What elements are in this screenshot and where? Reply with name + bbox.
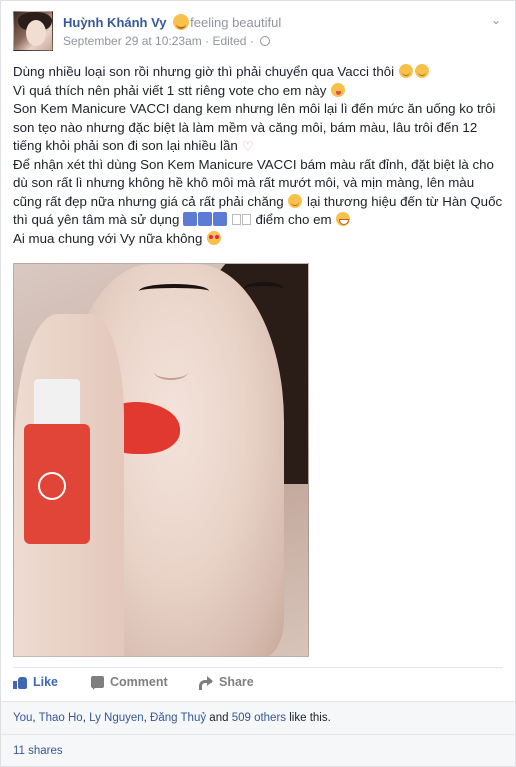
like-button[interactable]: Like (13, 675, 58, 689)
author-name[interactable]: Huỳnh Khánh Vy (63, 15, 167, 30)
missing-glyph-icon (231, 214, 241, 225)
divider (1, 734, 515, 735)
liker-dang-thuy[interactable]: Đăng Thuỷ (150, 712, 206, 724)
liker-ly-nguyen[interactable]: Ly Nguyen (89, 712, 144, 724)
missing-glyph-icon (241, 214, 251, 225)
author-line: Huỳnh Khánh Vy feeling beautiful (63, 14, 281, 31)
blush-emoji-icon (414, 64, 429, 78)
tongue-emoji-icon (331, 82, 346, 97)
avatar[interactable] (13, 11, 53, 51)
heart-eyes-emoji-icon (207, 230, 222, 245)
divider (13, 667, 503, 668)
edited-label[interactable]: Edited (212, 34, 246, 48)
feeling-text: feeling beautiful (190, 15, 282, 30)
post-timestamp[interactable]: September 29 at 10:23am (63, 34, 202, 48)
heart-icon: ♡ (241, 138, 254, 154)
share-icon (199, 676, 213, 690)
liker-thao-ho[interactable]: Thao Ho (39, 712, 83, 724)
share-button[interactable]: Share (199, 675, 254, 690)
shares-count[interactable]: 11 shares (13, 745, 63, 757)
post-footer: You, Thao Ho, Ly Nguyen, Đăng Thuỷ and 5… (1, 701, 515, 766)
comment-icon (91, 676, 104, 690)
thumbs-up-emoji-icon (183, 212, 198, 226)
post-header: Huỳnh Khánh Vy feeling beautiful Septemb… (13, 11, 503, 55)
chevron-down-icon[interactable]: ⌄ (489, 13, 503, 27)
thumbs-up-emoji-icon (198, 212, 213, 226)
post-card: Huỳnh Khánh Vy feeling beautiful Septemb… (0, 0, 516, 767)
likes-summary: You, Thao Ho, Ly Nguyen, Đăng Thuỷ and 5… (13, 712, 331, 724)
liker-you[interactable]: You (13, 712, 32, 724)
post-meta: September 29 at 10:23am · Edited · (63, 33, 271, 49)
post-photo[interactable] (13, 263, 309, 657)
product-logo-icon (38, 472, 66, 500)
feeling-emoji-icon (173, 14, 190, 30)
post-text: Dùng nhiều loại son rồi nhưng giờ thì ph… (13, 64, 503, 246)
comment-button[interactable]: Comment (91, 675, 168, 690)
globe-icon[interactable] (260, 36, 271, 46)
blush-emoji-icon (288, 193, 303, 208)
grin-emoji-icon (336, 212, 351, 226)
blush-emoji-icon (398, 64, 413, 78)
thumbs-up-icon (13, 676, 27, 689)
others-link[interactable]: 509 others (232, 712, 286, 724)
thumbs-up-emoji-icon (213, 212, 228, 226)
